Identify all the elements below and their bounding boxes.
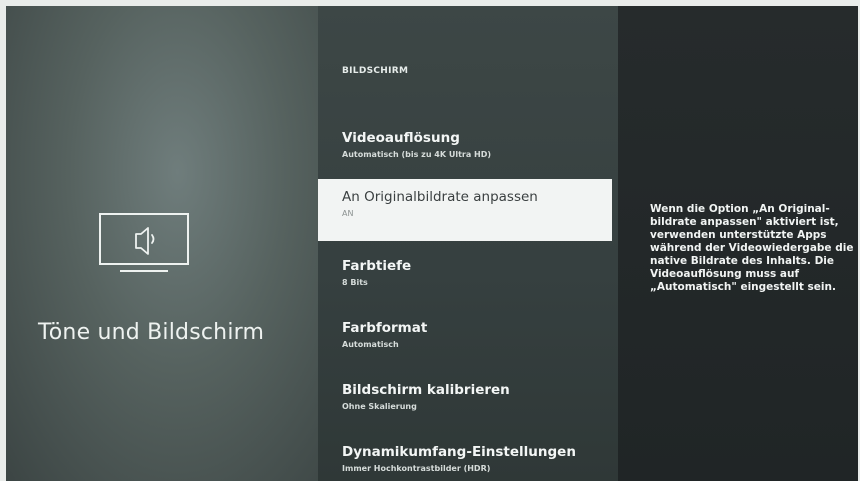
menu-heading: BILDSCHIRM: [342, 66, 409, 76]
menu-item-originalbildrate[interactable]: An Originalbildrate anpassen AN: [318, 179, 612, 241]
tv-screen: Töne und Bildschirm BILDSCHIRM Videoaufl…: [6, 6, 858, 481]
settings-menu: BILDSCHIRM Videoauflösung Automatisch (b…: [318, 6, 618, 481]
tv-speaker-icon: [99, 213, 189, 272]
menu-item-title: Bildschirm kalibrieren: [342, 382, 510, 398]
menu-item-title: Videoauflösung: [342, 130, 460, 146]
menu-item-dynamikumfang[interactable]: Dynamikumfang-Einstellungen Immer Hochko…: [318, 434, 618, 481]
menu-item-title: Farbformat: [342, 320, 428, 336]
menu-item-farbtiefe[interactable]: Farbtiefe 8 Bits: [318, 248, 618, 310]
menu-item-title: Farbtiefe: [342, 258, 412, 274]
section-title: Töne und Bildschirm: [38, 320, 265, 345]
description-text: Wenn die Option „An Original-bildrate an…: [650, 203, 854, 293]
menu-item-videoaufloesung[interactable]: Videoauflösung Automatisch (bis zu 4K Ul…: [318, 120, 618, 182]
menu-item-title: An Originalbildrate anpassen: [342, 189, 538, 205]
menu-item-farbformat[interactable]: Farbformat Automatisch: [318, 310, 618, 372]
description-panel: Wenn die Option „An Original-bildrate an…: [618, 6, 858, 481]
menu-item-value: Immer Hochkontrastbilder (HDR): [342, 464, 491, 473]
menu-item-value: AN: [342, 209, 354, 218]
menu-item-bildschirm-kalibrieren[interactable]: Bildschirm kalibrieren Ohne Skalierung: [318, 372, 618, 434]
menu-item-value: Automatisch: [342, 340, 399, 349]
menu-item-value: Automatisch (bis zu 4K Ultra HD): [342, 150, 492, 159]
menu-item-value: Ohne Skalierung: [342, 402, 417, 411]
menu-item-title: Dynamikumfang-Einstellungen: [342, 444, 576, 460]
category-panel: Töne und Bildschirm: [6, 6, 318, 481]
menu-item-value: 8 Bits: [342, 278, 368, 287]
